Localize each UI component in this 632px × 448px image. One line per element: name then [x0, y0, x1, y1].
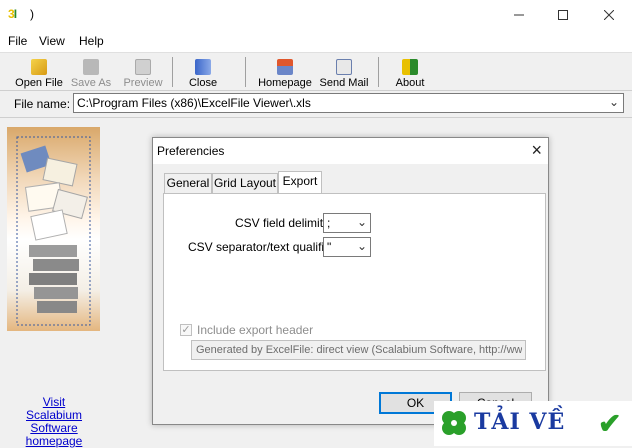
close-window-button[interactable]: [586, 0, 632, 30]
minimize-icon: [514, 14, 524, 16]
about-button[interactable]: About: [392, 55, 428, 89]
menu-help[interactable]: Help: [79, 34, 104, 48]
chevron-down-icon: ⌄: [356, 215, 367, 229]
certificates-illustration: [16, 136, 91, 326]
watermark: TẢI VỀ ✔: [434, 401, 632, 446]
csv-separator-label: CSV separator/text qualifier:: [188, 240, 339, 254]
toolbar-separator: [378, 57, 379, 87]
dialog-title: Preferencies: [157, 144, 225, 158]
tab-general[interactable]: General: [164, 173, 212, 193]
menu-bar: File View Help: [0, 30, 632, 52]
include-header-checkbox[interactable]: ✓: [180, 324, 192, 336]
window-title: ): [30, 7, 34, 21]
dialog-title-bar: Preferencies ×: [153, 138, 548, 164]
folder-open-icon: [31, 59, 47, 75]
preview-button[interactable]: Preview: [121, 55, 165, 89]
include-header-label: Include export header: [197, 323, 314, 337]
open-file-button[interactable]: Open File: [14, 55, 64, 89]
toolbar-separator: [172, 57, 173, 87]
preferences-dialog: Preferencies × General Grid Layout Expor…: [152, 137, 549, 425]
checkmark-icon: ✔: [598, 408, 622, 439]
clover-icon: [442, 411, 466, 435]
home-icon: [277, 59, 293, 75]
chevron-down-icon: ⌄: [356, 239, 367, 253]
app-icon: 3I: [8, 7, 17, 21]
close-file-button[interactable]: Close: [184, 55, 222, 89]
close-book-icon: [195, 59, 211, 75]
menu-file[interactable]: File: [8, 34, 27, 48]
close-icon: [604, 10, 614, 20]
send-mail-button[interactable]: Send Mail: [319, 55, 369, 89]
tab-grid-layout[interactable]: Grid Layout: [212, 173, 278, 193]
visit-homepage-link[interactable]: Visit Scalabium Software homepage: [4, 396, 104, 448]
file-name-value: C:\Program Files (x86)\ExcelFile Viewer\…: [77, 96, 311, 110]
file-name-label: File name:: [14, 97, 71, 111]
save-as-button[interactable]: Save As: [69, 55, 113, 89]
watermark-text: TẢI VỀ: [474, 409, 566, 435]
mail-icon: [336, 59, 352, 75]
minimize-button[interactable]: [496, 0, 542, 30]
homepage-button[interactable]: Homepage: [257, 55, 313, 89]
floppy-icon: [83, 59, 99, 75]
menu-view[interactable]: View: [39, 34, 65, 48]
csv-delimiter-select[interactable]: ; ⌄: [323, 213, 371, 233]
csv-separator-select[interactable]: " ⌄: [323, 237, 371, 257]
maximize-button[interactable]: [540, 0, 586, 30]
toolbar: Open File Save As Preview Close Homepage…: [0, 52, 632, 91]
chevron-down-icon[interactable]: ⌄: [609, 95, 619, 109]
maximize-icon: [558, 10, 568, 20]
about-icon: [402, 59, 418, 75]
product-banner-image: [7, 127, 100, 331]
toolbar-separator: [245, 57, 246, 87]
file-name-bar: File name: C:\Program Files (x86)\ExcelF…: [0, 90, 632, 118]
tab-export[interactable]: Export: [278, 171, 322, 194]
file-name-combobox[interactable]: C:\Program Files (x86)\ExcelFile Viewer\…: [73, 93, 624, 113]
preview-icon: [135, 59, 151, 75]
csv-delimiter-label: CSV field delimiter:: [235, 216, 338, 230]
export-header-input[interactable]: Generated by ExcelFile: direct view (Sca…: [191, 340, 526, 360]
dialog-close-icon[interactable]: ×: [531, 140, 542, 161]
